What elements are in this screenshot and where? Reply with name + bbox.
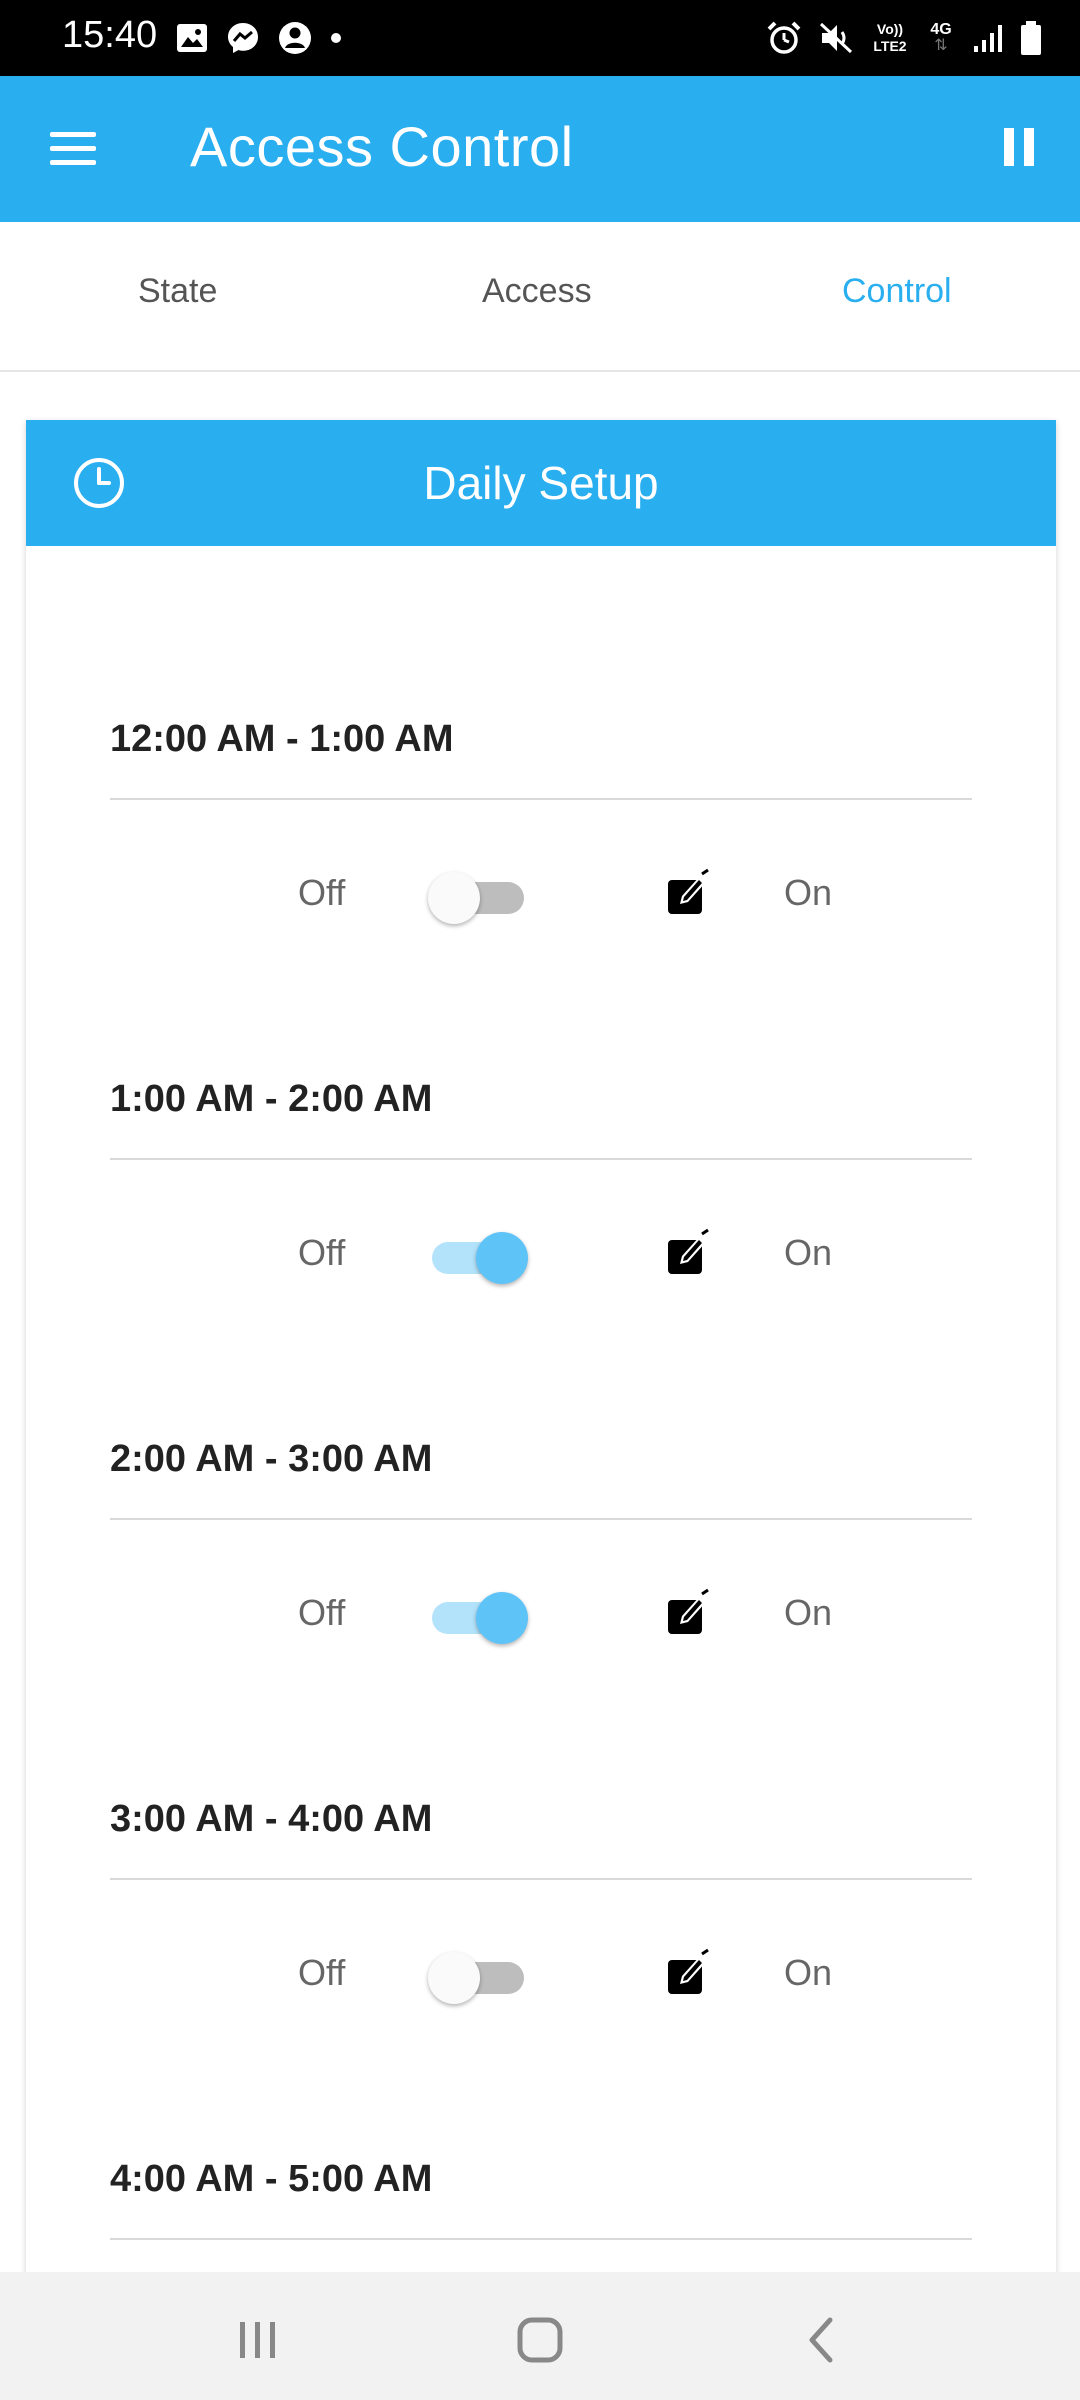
slot-title: 4:00 AM - 5:00 AM [110, 2158, 433, 2200]
data-icon: 4G ⇅ [926, 22, 956, 54]
slot-title: 2:00 AM - 3:00 AM [110, 1438, 433, 1480]
card-header: Daily Setup [26, 420, 1056, 546]
toggle-thumb [476, 1232, 528, 1284]
tab-bar: State Access Control [0, 222, 1080, 372]
card-title: Daily Setup [423, 457, 659, 509]
divider [110, 2238, 972, 2240]
time-slot: 3:00 AM - 4:00 AM Off On [26, 1798, 1056, 2158]
dot-icon [331, 33, 341, 43]
volte-label: Vo)) LTE2 [873, 21, 907, 54]
off-label: Off [298, 1952, 346, 1993]
slot-toggle[interactable] [428, 1948, 528, 2004]
network-type-label: 4G [930, 21, 952, 38]
off-label: Off [298, 872, 346, 913]
tab-control[interactable]: Control [842, 272, 952, 311]
menu-icon-bar [50, 160, 96, 165]
edit-icon[interactable] [666, 1228, 710, 1278]
messenger-icon [228, 23, 258, 53]
time-slot: 4:00 AM - 5:00 AM [26, 2158, 1056, 2280]
toggle-thumb [476, 1592, 528, 1644]
slot-toggle[interactable] [428, 1588, 528, 1644]
edit-icon[interactable] [666, 1948, 710, 1998]
edit-icon[interactable] [666, 868, 710, 918]
toggle-thumb [428, 1952, 480, 2004]
pause-icon [1004, 128, 1014, 166]
tab-state[interactable]: State [138, 272, 217, 311]
slot-title: 1:00 AM - 2:00 AM [110, 1078, 433, 1120]
edit-icon[interactable] [666, 1588, 710, 1638]
slot-title: 3:00 AM - 4:00 AM [110, 1798, 433, 1840]
gallery-icon [177, 24, 207, 52]
on-label: On [784, 1232, 833, 1273]
page-title: Access Control [190, 115, 574, 178]
slot-title: 12:00 AM - 1:00 AM [110, 718, 454, 760]
pause-icon-bar [1024, 128, 1034, 166]
pause-button[interactable] [1000, 128, 1040, 172]
time-slot: 2:00 AM - 3:00 AM Off On [26, 1438, 1056, 1798]
volte-icon: Vo)) LTE2 [870, 21, 910, 55]
menu-icon-bar [50, 146, 96, 151]
on-label: On [784, 872, 833, 913]
signal-icon [974, 25, 1002, 52]
back-icon[interactable] [792, 2312, 852, 2368]
time-slot: 1:00 AM - 2:00 AM Off On [26, 1078, 1056, 1438]
divider [110, 798, 972, 800]
tab-access[interactable]: Access [482, 272, 592, 311]
status-bar: 15:40 Vo)) LTE2 4G ⇅ [0, 0, 1080, 76]
on-label: On [784, 1952, 833, 1993]
mute-icon [819, 22, 853, 54]
on-label: On [784, 1592, 833, 1633]
account-icon [279, 22, 311, 54]
status-time: 15:40 [62, 14, 158, 56]
toggle-thumb [428, 872, 480, 924]
home-icon[interactable] [510, 2312, 570, 2368]
off-label: Off [298, 1232, 346, 1273]
slot-toggle[interactable] [428, 868, 528, 924]
time-slot: 12:00 AM - 1:00 AM Off On [26, 718, 1056, 1078]
alarm-icon [767, 21, 801, 54]
divider [110, 1158, 972, 1160]
slot-toggle[interactable] [428, 1228, 528, 1284]
system-nav-bar [0, 2272, 1080, 2400]
menu-button[interactable] [44, 120, 102, 178]
divider [110, 1518, 972, 1520]
app-bar: Access Control [0, 76, 1080, 222]
recents-icon[interactable] [228, 2312, 288, 2368]
menu-icon [50, 132, 96, 137]
divider [110, 1878, 972, 1880]
off-label: Off [298, 1592, 346, 1633]
daily-setup-card: Daily Setup 12:00 AM - 1:00 AM Off On 1:… [26, 420, 1056, 2280]
battery-icon [1021, 21, 1041, 55]
